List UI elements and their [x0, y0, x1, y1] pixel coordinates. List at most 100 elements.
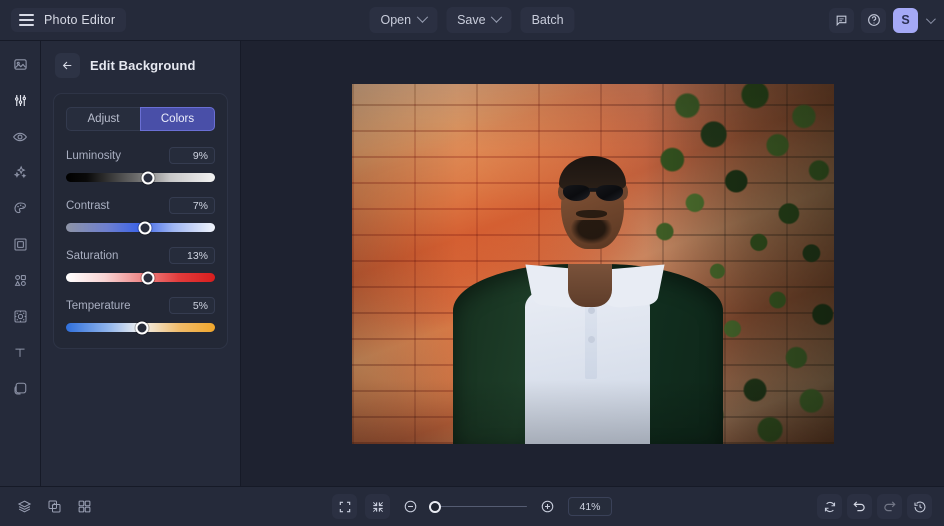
account-actions: S — [829, 7, 936, 33]
fit-screen-icon — [339, 501, 350, 512]
history-button[interactable] — [907, 494, 932, 519]
luminosity-slider[interactable] — [66, 171, 215, 184]
open-label: Open — [380, 13, 412, 27]
zoom-slider-track — [431, 505, 527, 508]
undo-button[interactable] — [847, 494, 872, 519]
collapse-icon — [372, 501, 383, 512]
canvas-viewport[interactable] — [241, 41, 944, 486]
colors-card: Adjust Colors Luminosity 9% Contrast 7% … — [53, 93, 228, 349]
batch-button[interactable]: Batch — [520, 7, 575, 33]
comment-icon — [836, 15, 847, 26]
grid-button[interactable] — [72, 494, 97, 519]
contrast-value[interactable]: 7% — [169, 197, 215, 214]
temperature-label: Temperature — [66, 299, 131, 312]
control-contrast: Contrast 7% — [66, 197, 215, 234]
control-luminosity: Luminosity 9% — [66, 147, 215, 184]
tool-layers[interactable] — [7, 375, 34, 402]
reset-button[interactable] — [817, 494, 842, 519]
batch-label: Batch — [531, 13, 564, 27]
sunglasses-lens-left — [562, 185, 590, 201]
temperature-value[interactable]: 5% — [169, 297, 215, 314]
open-button[interactable]: Open — [369, 7, 438, 33]
palette-icon — [13, 202, 26, 214]
zoom-in-icon — [541, 500, 554, 513]
saturation-slider-handle[interactable] — [141, 271, 155, 284]
contrast-slider-handle[interactable] — [138, 221, 152, 234]
avatar[interactable]: S — [893, 7, 918, 33]
compare-icon — [48, 500, 61, 513]
temperature-header: Temperature 5% — [66, 297, 215, 314]
back-button[interactable] — [55, 53, 80, 78]
undo-icon — [853, 501, 865, 512]
shapes-icon — [14, 275, 26, 286]
tool-image[interactable] — [7, 51, 34, 78]
history-icon — [913, 501, 925, 512]
comment-button[interactable] — [829, 7, 854, 33]
tool-effects[interactable] — [7, 159, 34, 186]
tool-blur[interactable] — [7, 303, 34, 330]
blur-icon — [13, 310, 27, 323]
help-button[interactable] — [861, 7, 886, 33]
history-controls — [817, 494, 932, 519]
luminosity-header: Luminosity 9% — [66, 147, 215, 164]
saturation-label: Saturation — [66, 249, 119, 262]
app-title: Photo Editor — [44, 13, 116, 27]
zoom-controls: 41% — [332, 494, 612, 519]
panel-tabs: Adjust Colors — [66, 107, 215, 131]
image-icon — [13, 59, 27, 70]
layers-panel-button[interactable] — [12, 494, 37, 519]
sunglasses-lens-right — [596, 185, 624, 201]
luminosity-value[interactable]: 9% — [169, 147, 215, 164]
help-circle-icon — [867, 14, 880, 26]
zoom-level-input[interactable]: 41% — [568, 497, 612, 516]
app-menu-button[interactable]: Photo Editor — [11, 8, 127, 32]
photo-canvas[interactable] — [351, 83, 834, 444]
tool-rail — [0, 41, 41, 486]
tool-adjust[interactable] — [7, 87, 34, 114]
contrast-label: Contrast — [66, 199, 110, 212]
zoom-out-button[interactable] — [398, 494, 423, 519]
adjust-icon — [14, 95, 26, 106]
frame-icon — [13, 238, 27, 251]
page-title: Edit Background — [90, 58, 196, 73]
main-body: Edit Background Adjust Colors Luminosity… — [0, 41, 944, 486]
file-actions: Open Save Batch — [369, 7, 575, 33]
tool-color[interactable] — [7, 195, 34, 222]
chevron-down-icon — [490, 11, 503, 23]
saturation-value[interactable]: 13% — [169, 247, 215, 264]
tab-colors[interactable]: Colors — [140, 107, 215, 131]
tool-retouch[interactable] — [7, 123, 34, 150]
zoom-slider[interactable] — [428, 500, 527, 513]
tab-adjust[interactable]: Adjust — [66, 107, 140, 131]
save-label: Save — [457, 13, 486, 27]
temperature-slider[interactable] — [66, 321, 215, 334]
collapse-button[interactable] — [365, 494, 390, 519]
fit-screen-button[interactable] — [332, 494, 357, 519]
contrast-slider[interactable] — [66, 221, 215, 234]
compare-button[interactable] — [42, 494, 67, 519]
temperature-slider-handle[interactable] — [135, 321, 149, 334]
zoom-in-button[interactable] — [535, 494, 560, 519]
redo-icon — [884, 501, 896, 512]
chevron-down-icon[interactable] — [925, 13, 936, 24]
zoom-slider-handle[interactable] — [428, 500, 441, 513]
shirt-button — [587, 335, 595, 343]
luminosity-slider-handle[interactable] — [141, 171, 155, 184]
sparkles-icon — [13, 165, 26, 179]
hamburger-icon — [19, 14, 34, 26]
tool-shapes[interactable] — [7, 267, 34, 294]
saturation-header: Saturation 13% — [66, 247, 215, 264]
view-tools — [12, 494, 97, 519]
save-button[interactable]: Save — [446, 7, 512, 33]
redo-button[interactable] — [877, 494, 902, 519]
saturation-slider[interactable] — [66, 271, 215, 284]
arrow-left-icon — [62, 61, 72, 70]
tool-text[interactable] — [7, 339, 34, 366]
bottom-toolbar: 41% — [0, 486, 944, 526]
control-saturation: Saturation 13% — [66, 247, 215, 284]
tool-frame[interactable] — [7, 231, 34, 258]
reset-icon — [824, 501, 835, 512]
control-temperature: Temperature 5% — [66, 297, 215, 334]
app-window: Photo Editor Open Save Batch S Edit Back… — [0, 0, 944, 526]
grid-icon — [78, 500, 91, 513]
